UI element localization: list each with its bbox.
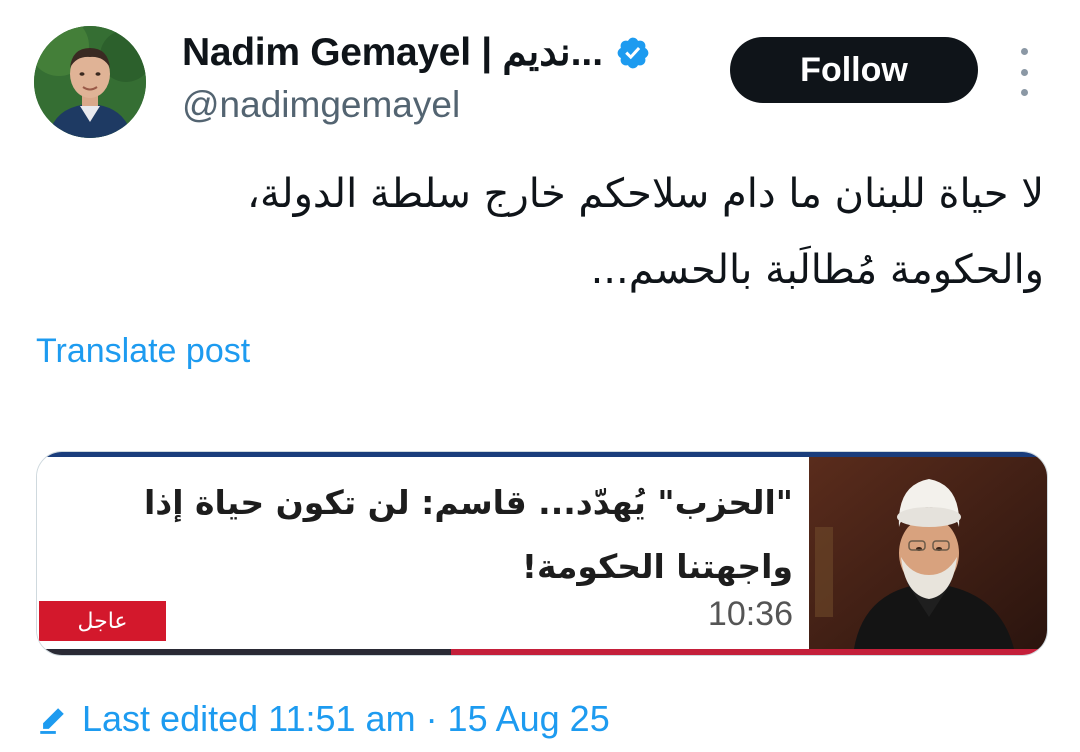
post-text-line: لا حياة للبنان ما دام سلاحكم خارج سلطة ا… [247, 171, 1044, 217]
avatar[interactable] [34, 26, 146, 138]
more-dot [1020, 89, 1028, 96]
author-name-row[interactable]: Nadim Gemayel | نديم... [182, 30, 651, 75]
post-text-line: والحكومة مُطالَبة بالحسم... [590, 247, 1044, 293]
follow-button[interactable]: Follow [730, 37, 978, 103]
last-edited-label: Last edited 11:51 am · 15 Aug 25 [82, 698, 610, 739]
translate-post-link[interactable]: Translate post [36, 332, 250, 371]
last-edited-row[interactable]: Last edited 11:51 am · 15 Aug 25 [36, 698, 610, 740]
news-headline: "الحزب" يُهدّد... قاسم: لن تكون حياة إذا… [53, 471, 793, 599]
more-dot [1020, 48, 1028, 55]
avatar-image [34, 26, 146, 138]
post-media[interactable]: "الحزب" يُهدّد... قاسم: لن تكون حياة إذا… [36, 451, 1048, 656]
more-options-icon[interactable] [1006, 48, 1042, 96]
pencil-icon [40, 708, 64, 734]
news-panel: "الحزب" يُهدّد... قاسم: لن تكون حياة إذا… [37, 457, 809, 649]
verified-badge-icon [617, 37, 649, 68]
more-dot [1020, 68, 1028, 76]
author-display-name[interactable]: Nadim Gemayel | نديم... [182, 30, 603, 75]
tweet: Nadim Gemayel | نديم... @nadimgemayel Fo… [0, 0, 1080, 752]
news-photo [809, 457, 1047, 649]
news-time: 10:36 [707, 595, 793, 633]
news-headline-line: "الحزب" يُهدّد... قاسم: لن تكون حياة إذا [143, 483, 793, 522]
author-handle[interactable]: @nadimgemayel [182, 84, 460, 126]
media-bottom-stripe [37, 649, 1047, 655]
breaking-news-badge: عاجل [39, 601, 166, 641]
news-headline-line: واجهتنا الحكومة! [521, 547, 793, 586]
post-text: لا حياة للبنان ما دام سلاحكم خارج سلطة ا… [44, 156, 1044, 308]
